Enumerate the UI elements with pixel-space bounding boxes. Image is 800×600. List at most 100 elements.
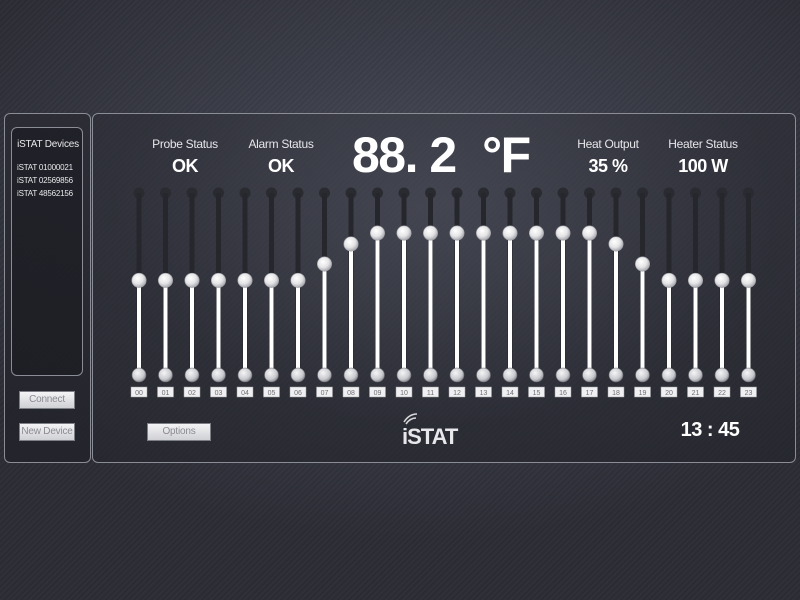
svg-text:iSTAT: iSTAT bbox=[402, 424, 459, 448]
slider-handle[interactable] bbox=[714, 272, 730, 288]
slider-fill bbox=[296, 280, 300, 375]
slider-handle[interactable] bbox=[237, 272, 253, 288]
slider-base bbox=[714, 367, 730, 383]
slider-fill bbox=[561, 233, 565, 375]
slider-fill bbox=[137, 280, 141, 375]
hourly-schedule-sliders: 00 01 02 03 04 05 06 07 08 09 10 11 12 13 14 15 16 17 18 19… bbox=[130, 187, 757, 398]
slider-handle[interactable] bbox=[661, 272, 677, 288]
slider-base bbox=[661, 367, 677, 383]
slider-base bbox=[423, 367, 438, 383]
slider-fill bbox=[216, 280, 221, 375]
slider-fill bbox=[322, 263, 327, 375]
clock: 13 : 45 bbox=[680, 419, 740, 441]
slider-base bbox=[582, 367, 597, 383]
slider-handle[interactable] bbox=[502, 225, 518, 241]
hour-label: 21 bbox=[692, 390, 700, 397]
slider-base bbox=[184, 367, 200, 383]
slider-handle[interactable] bbox=[608, 236, 624, 252]
slider-base bbox=[555, 367, 571, 383]
slider-handle[interactable] bbox=[369, 225, 385, 241]
slider-fill bbox=[508, 233, 512, 375]
slider-handle[interactable] bbox=[475, 225, 491, 241]
slider-fill bbox=[614, 243, 618, 375]
slider-fill bbox=[163, 280, 168, 375]
slider-fill bbox=[693, 280, 698, 375]
slider-fill bbox=[269, 280, 274, 375]
hour-label: 04 bbox=[241, 390, 249, 397]
slider-fill bbox=[720, 280, 724, 375]
options-button[interactable]: Options bbox=[147, 423, 211, 441]
hour-label: 03 bbox=[215, 390, 223, 397]
hour-label: 11 bbox=[427, 390, 434, 397]
slider-base bbox=[741, 367, 756, 383]
hour-label: 07 bbox=[321, 390, 329, 397]
hour-label: 00 bbox=[135, 390, 143, 397]
hour-label: 23 bbox=[745, 390, 753, 397]
slider-base bbox=[131, 367, 147, 383]
slider-fill bbox=[667, 280, 671, 375]
hour-label: 13 bbox=[480, 390, 488, 397]
slider-handle[interactable] bbox=[449, 225, 465, 241]
hour-label: 09 bbox=[374, 390, 382, 397]
slider-fill bbox=[428, 233, 433, 375]
slider-base bbox=[688, 367, 703, 383]
hour-label: 06 bbox=[294, 390, 302, 397]
slider-fill bbox=[481, 233, 486, 375]
slider-base bbox=[476, 367, 491, 383]
hour-label: 12 bbox=[453, 390, 461, 397]
slider-handle[interactable] bbox=[422, 225, 438, 241]
slider-handle[interactable] bbox=[263, 272, 279, 288]
slider-base bbox=[343, 367, 359, 383]
slider-base bbox=[449, 367, 465, 383]
slider-base bbox=[317, 367, 332, 383]
slider-base bbox=[502, 367, 518, 383]
slider-base bbox=[264, 367, 279, 383]
slider-handle[interactable] bbox=[396, 225, 412, 241]
slider-fill bbox=[455, 233, 459, 375]
slider-base bbox=[529, 367, 544, 383]
slider-handle[interactable] bbox=[131, 272, 147, 288]
slider-handle[interactable] bbox=[343, 236, 359, 252]
slider-handle[interactable] bbox=[158, 272, 174, 288]
hour-label: 19 bbox=[639, 390, 647, 397]
slider-handle[interactable] bbox=[184, 272, 200, 288]
slider-fill bbox=[640, 263, 645, 375]
slider-handle[interactable] bbox=[555, 225, 571, 241]
hour-label: 08 bbox=[347, 390, 355, 397]
slider-fill bbox=[587, 233, 592, 375]
hour-label: 22 bbox=[718, 390, 726, 397]
slider-base bbox=[370, 367, 385, 383]
slider-handle[interactable] bbox=[740, 272, 756, 288]
slider-base bbox=[211, 367, 226, 383]
hour-label: 01 bbox=[162, 390, 170, 397]
hour-label: 18 bbox=[612, 390, 620, 397]
slider-handle[interactable] bbox=[290, 272, 306, 288]
slider-fill bbox=[190, 280, 194, 375]
slider-base bbox=[237, 367, 253, 383]
hour-label: 20 bbox=[665, 390, 673, 397]
slider-fill bbox=[402, 233, 406, 375]
slider-handle[interactable] bbox=[687, 272, 703, 288]
slider-base bbox=[396, 367, 412, 383]
slider-fill bbox=[243, 280, 247, 375]
slider-base bbox=[635, 367, 650, 383]
hour-label: 15 bbox=[533, 390, 541, 397]
slider-handle[interactable] bbox=[581, 225, 597, 241]
slider-handle[interactable] bbox=[634, 256, 650, 272]
slider-fill bbox=[746, 280, 751, 375]
slider-fill bbox=[375, 233, 380, 375]
slider-fill bbox=[349, 243, 353, 375]
hour-label: 10 bbox=[400, 390, 408, 397]
slider-handle[interactable] bbox=[316, 256, 332, 272]
hour-label: 14 bbox=[506, 390, 514, 397]
slider-base bbox=[158, 367, 173, 383]
slider-fill bbox=[534, 233, 539, 375]
slider-base bbox=[608, 367, 624, 383]
istat-logo: iSTAT bbox=[402, 413, 460, 448]
hour-label: 17 bbox=[586, 390, 594, 397]
hour-label: 05 bbox=[268, 390, 276, 397]
hour-label: 02 bbox=[188, 390, 196, 397]
hour-label: 16 bbox=[559, 390, 567, 397]
slider-handle[interactable] bbox=[528, 225, 544, 241]
slider-handle[interactable] bbox=[211, 272, 227, 288]
